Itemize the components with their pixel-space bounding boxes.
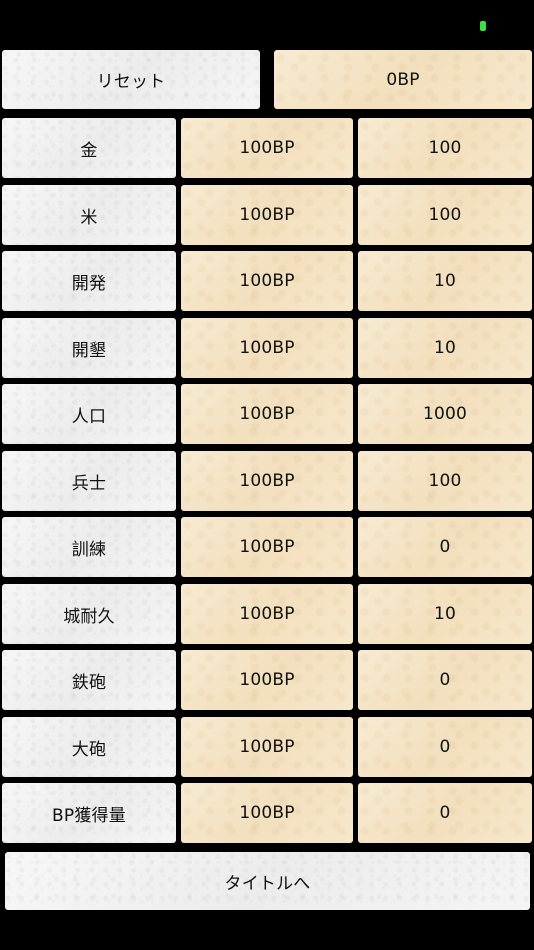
stat-cost-button-bp-gain[interactable]: 100BP <box>181 783 353 843</box>
stat-value-guns: 0 <box>358 650 532 710</box>
stat-value-training: 0 <box>358 517 532 577</box>
stat-label-population: 人口 <box>2 384 176 444</box>
status-indicator <box>480 21 486 31</box>
stat-cost-button-cultivation[interactable]: 100BP <box>181 318 353 378</box>
stat-value-castle-durability: 10 <box>358 584 532 644</box>
stat-value-bp-gain: 0 <box>358 783 532 843</box>
stat-label-bp-gain: BP獲得量 <box>2 783 176 843</box>
stat-cost-button-castle-durability[interactable]: 100BP <box>181 584 353 644</box>
stat-cost-button-training[interactable]: 100BP <box>181 517 353 577</box>
stat-value-development: 10 <box>358 251 532 311</box>
stat-value-cannons: 0 <box>358 717 532 777</box>
stat-value-population: 1000 <box>358 384 532 444</box>
stat-cost-button-gold[interactable]: 100BP <box>181 118 353 178</box>
bp-total-display: 0BP <box>274 50 532 109</box>
stat-value-cultivation: 10 <box>358 318 532 378</box>
stat-label-cannons: 大砲 <box>2 717 176 777</box>
stat-value-rice: 100 <box>358 185 532 245</box>
stat-label-training: 訓練 <box>2 517 176 577</box>
stat-value-gold: 100 <box>358 118 532 178</box>
stat-cost-button-development[interactable]: 100BP <box>181 251 353 311</box>
stat-cost-button-guns[interactable]: 100BP <box>181 650 353 710</box>
stat-label-development: 開発 <box>2 251 176 311</box>
stat-cost-button-rice[interactable]: 100BP <box>181 185 353 245</box>
stat-cost-button-cannons[interactable]: 100BP <box>181 717 353 777</box>
reset-button[interactable]: リセット <box>2 50 260 109</box>
stat-label-castle-durability: 城耐久 <box>2 584 176 644</box>
stat-label-soldiers: 兵士 <box>2 451 176 511</box>
stat-label-guns: 鉄砲 <box>2 650 176 710</box>
stat-label-cultivation: 開墾 <box>2 318 176 378</box>
stat-label-rice: 米 <box>2 185 176 245</box>
stat-label-gold: 金 <box>2 118 176 178</box>
title-button[interactable]: タイトルへ <box>5 852 530 910</box>
stat-value-soldiers: 100 <box>358 451 532 511</box>
stat-cost-button-soldiers[interactable]: 100BP <box>181 451 353 511</box>
stat-cost-button-population[interactable]: 100BP <box>181 384 353 444</box>
